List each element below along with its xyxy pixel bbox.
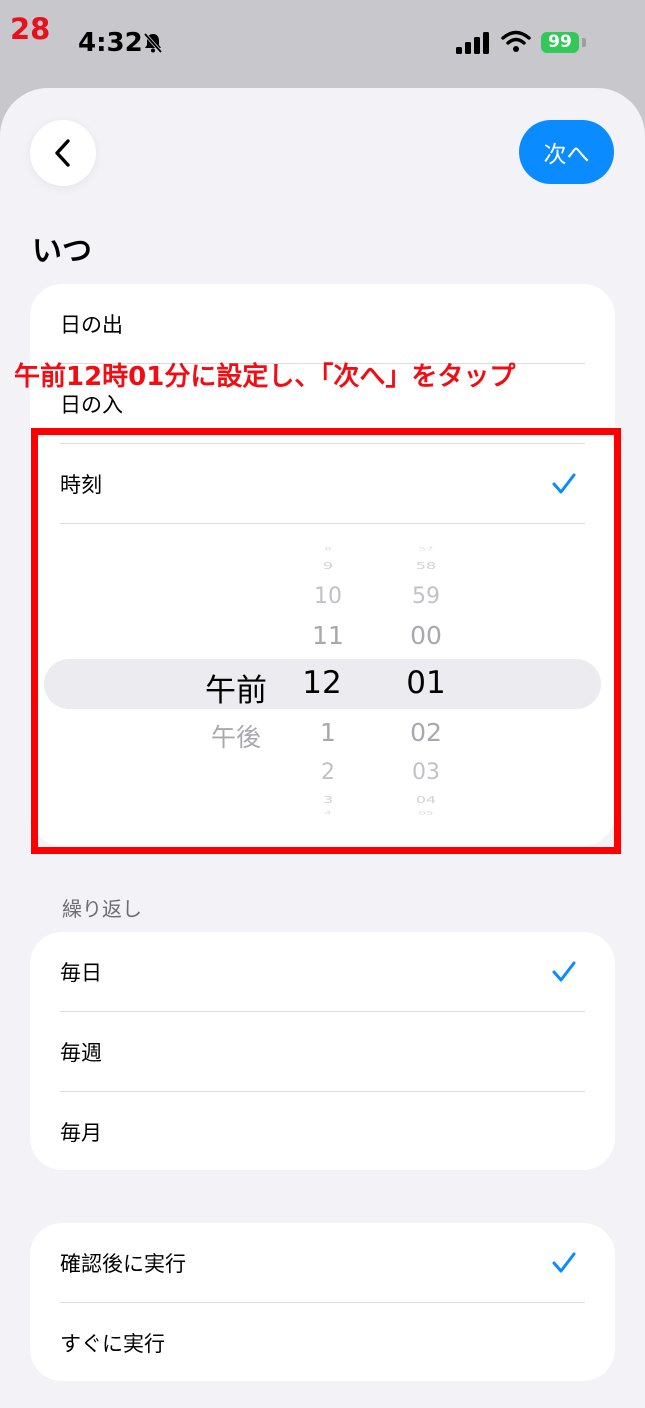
chevron-left-icon — [55, 139, 70, 167]
wifi-icon — [501, 30, 531, 52]
battery-cap — [582, 38, 586, 47]
option-run-immediately[interactable]: すぐに実行 — [60, 1303, 585, 1381]
option-label: 毎週 — [60, 1041, 102, 1065]
checkmark-icon — [552, 1252, 576, 1273]
highlight-box — [31, 428, 621, 854]
option-label: 毎月 — [60, 1121, 102, 1145]
option-weekly[interactable]: 毎週 — [60, 1012, 585, 1092]
option-run-after-confirm[interactable]: 確認後に実行 — [60, 1223, 585, 1303]
cellular-signal-icon — [456, 32, 489, 54]
option-monthly[interactable]: 毎月 — [60, 1092, 585, 1170]
option-daily[interactable]: 毎日 — [60, 932, 585, 1012]
repeat-card: 毎日 毎週 毎月 — [30, 932, 615, 1170]
option-label: 毎日 — [60, 961, 102, 985]
back-button[interactable] — [30, 120, 96, 186]
option-label: すぐに実行 — [60, 1332, 165, 1356]
option-label: 確認後に実行 — [60, 1252, 186, 1276]
checkmark-icon — [552, 961, 576, 982]
battery-indicator: 99 — [541, 32, 579, 53]
run-mode-card: 確認後に実行 すぐに実行 — [30, 1223, 615, 1381]
repeat-section-title: 繰り返し — [62, 897, 142, 921]
step-number: 28 — [10, 12, 51, 46]
bell-slash-icon — [143, 32, 163, 54]
next-button[interactable]: 次へ — [519, 120, 614, 184]
when-section-title: いつ — [32, 234, 92, 269]
status-time: 4:32 — [78, 28, 143, 58]
instruction-annotation: 午前12時01分に設定し、「次へ」をタップ — [14, 362, 516, 392]
